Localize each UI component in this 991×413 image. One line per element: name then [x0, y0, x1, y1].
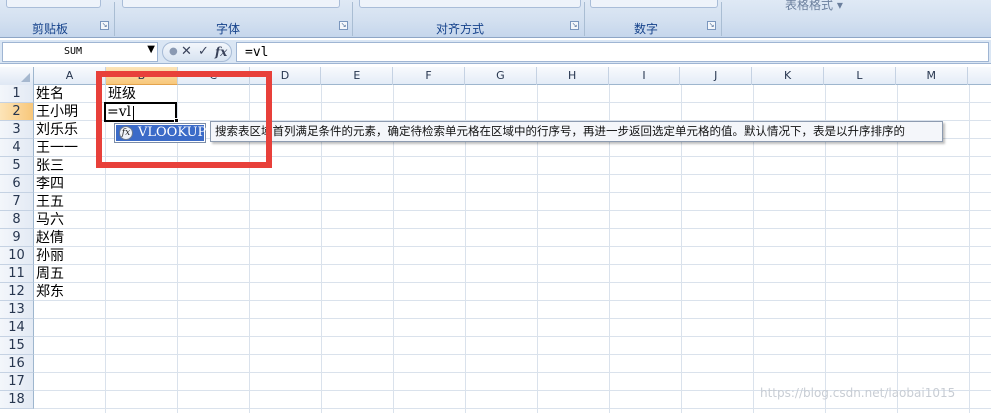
row-header-11[interactable]: 11 — [0, 265, 34, 283]
cell-a12[interactable]: 郑东 — [36, 283, 64, 301]
cancel-formula-button[interactable]: ✕ — [181, 44, 192, 59]
row-header-6[interactable]: 6 — [0, 175, 34, 193]
function-description-tooltip: 搜索表区域首列满足条件的元素，确定待检索单元格在区域中的行序号，再进一步返回选定… — [210, 121, 943, 142]
formula-input[interactable]: =vl — [236, 42, 989, 62]
cell-a10[interactable]: 孙丽 — [36, 247, 64, 265]
group-label-number: 数字 — [634, 22, 659, 36]
cell-a9[interactable]: 赵倩 — [36, 229, 64, 247]
ribbon-font-controls[interactable] — [122, 0, 340, 8]
column-header-i[interactable]: I — [609, 67, 681, 85]
number-launcher-icon[interactable]: ↘ — [707, 21, 716, 30]
formula-text: =vl — [245, 45, 269, 60]
row-header-14[interactable]: 14 — [0, 319, 34, 337]
column-header-g[interactable]: G — [465, 67, 537, 85]
ribbon-alignment-controls[interactable] — [359, 0, 581, 8]
row-header-5[interactable]: 5 — [0, 157, 34, 175]
column-header-m[interactable]: M — [896, 67, 968, 85]
alignment-launcher-icon[interactable]: ↘ — [570, 21, 579, 30]
group-divider — [352, 2, 353, 36]
cell-a4[interactable]: 王一一 — [36, 139, 78, 157]
column-header-h[interactable]: H — [537, 67, 609, 85]
select-all-icon — [21, 73, 30, 82]
cell-a8[interactable]: 马六 — [36, 211, 64, 229]
cell-a3[interactable]: 刘乐乐 — [36, 121, 78, 139]
name-box-dropdown-icon[interactable]: ▼ — [147, 44, 155, 55]
annotation-highlight-box — [96, 71, 272, 168]
insert-function-button[interactable]: fx — [215, 45, 227, 59]
formula-buttons: ● ✕ ✓ fx — [162, 42, 232, 62]
cell-a11[interactable]: 周五 — [36, 265, 64, 283]
group-label-font: 字体 — [216, 22, 241, 36]
row-header-10[interactable]: 10 — [0, 247, 34, 265]
ribbon-number-controls[interactable] — [590, 0, 718, 8]
column-header-e[interactable]: E — [321, 67, 394, 85]
clipboard-launcher-icon[interactable]: ↘ — [100, 21, 109, 30]
row-header-16[interactable]: 16 — [0, 355, 34, 373]
name-box-value: SUM — [63, 46, 83, 57]
group-divider — [114, 2, 115, 36]
row-header-8[interactable]: 8 — [0, 211, 34, 229]
group-label-clipboard: 剪贴板 — [32, 22, 69, 36]
row-header-12[interactable]: 12 — [0, 283, 34, 301]
table-format-button[interactable]: 表格格式 ▾ — [785, 0, 843, 13]
enter-formula-button[interactable]: ✓ — [198, 44, 209, 59]
row-header-15[interactable]: 15 — [0, 337, 34, 355]
row-header-18[interactable]: 18 — [0, 391, 34, 409]
ribbon: 剪贴板 ↘ 字体 ↘ 对齐方式 ↘ 数字 ↘ 表格格式 ▾ — [0, 0, 991, 38]
row-header-7[interactable]: 7 — [0, 193, 34, 211]
row-header-13[interactable]: 13 — [0, 301, 34, 319]
row-header-1[interactable]: 1 — [0, 85, 34, 103]
column-header-k[interactable]: K — [752, 67, 824, 85]
cell-a1[interactable]: 姓名 — [36, 85, 64, 103]
cell-a5[interactable]: 张三 — [36, 157, 64, 175]
row-header-3[interactable]: 3 — [0, 121, 34, 139]
formula-bar: SUM ▼ ● ✕ ✓ fx =vl — [0, 40, 991, 64]
column-header-f[interactable]: F — [393, 67, 465, 85]
ribbon-paste-controls[interactable] — [6, 0, 101, 8]
row-header-17[interactable]: 17 — [0, 373, 34, 391]
watermark: https://blog.csdn.net/laobai1015 — [760, 386, 956, 400]
name-box[interactable]: SUM ▼ — [2, 42, 158, 62]
font-launcher-icon[interactable]: ↘ — [339, 21, 348, 30]
row-header-4[interactable]: 4 — [0, 139, 34, 157]
cell-a7[interactable]: 王五 — [36, 193, 64, 211]
grip-icon: ● — [169, 46, 178, 57]
column-header-l[interactable]: L — [824, 67, 896, 85]
row-header-9[interactable]: 9 — [0, 229, 34, 247]
row-header-2[interactable]: 2 — [0, 103, 34, 121]
group-label-alignment: 对齐方式 — [436, 22, 485, 36]
select-all-button[interactable] — [0, 67, 34, 85]
column-header-j[interactable]: J — [680, 67, 753, 85]
group-divider — [721, 2, 722, 36]
cell-a2[interactable]: 王小明 — [36, 103, 78, 121]
cell-a6[interactable]: 李四 — [36, 175, 64, 193]
group-divider — [584, 2, 585, 36]
